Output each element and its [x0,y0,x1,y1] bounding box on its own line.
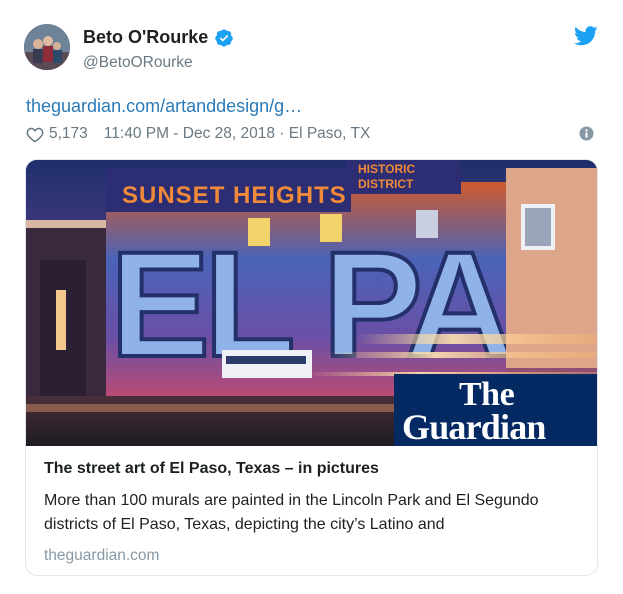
guardian-logo: The Guardian [394,374,597,446]
heart-icon[interactable] [26,126,44,143]
like-count[interactable]: 5,173 [49,125,88,143]
info-icon[interactable] [579,126,594,141]
tweet-timestamp[interactable]: 11:40 PM - Dec 28, 2018 · El Paso, TX [104,125,371,143]
card-description[interactable]: More than 100 murals are painted in the … [44,489,580,537]
author-name[interactable]: Beto O'Rourke [83,27,208,48]
mural-sunset-text: SUNSET HEIGHTS [122,182,347,209]
card-title[interactable]: The street art of El Paso, Texas – in pi… [44,458,580,480]
mural-district-text: DISTRICT [358,177,414,191]
author-name-row[interactable]: Beto O'Rourke [83,27,234,48]
guardian-logo-name: Guardian [402,407,546,446]
twitter-bird-icon[interactable] [574,26,598,46]
link-card[interactable]: SUNSET HEIGHTS HISTORIC DISTRICT EL PASO [25,159,598,576]
avatar-photo [24,24,70,70]
tweet-meta: 5,173 11:40 PM - Dec 28, 2018 · El Paso,… [26,123,370,145]
author-handle[interactable]: @BetoORourke [83,54,193,72]
tweet-link[interactable]: theguardian.com/artanddesign/g… [26,96,302,117]
mural-historic-text: HISTORIC [358,162,415,176]
verified-badge-icon [215,28,234,47]
card-body[interactable]: The street art of El Paso, Texas – in pi… [26,446,597,565]
author-avatar[interactable] [24,24,70,70]
card-image: SUNSET HEIGHTS HISTORIC DISTRICT EL PASO [26,160,597,446]
card-domain[interactable]: theguardian.com [44,547,580,565]
